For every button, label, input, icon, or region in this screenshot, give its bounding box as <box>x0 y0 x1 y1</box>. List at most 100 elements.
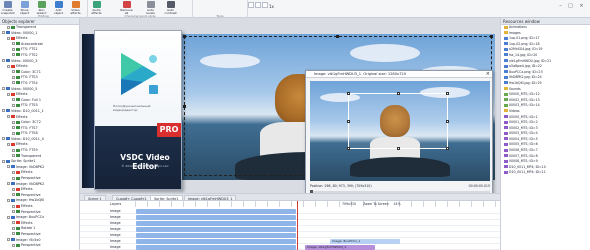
expand-toggle-icon[interactable] <box>12 98 15 102</box>
resource-item-label: a2MnSG4.jpg; ID=19 <box>509 47 543 52</box>
audio-effects-button[interactable]: Audio effects <box>90 1 103 15</box>
expand-toggle-icon[interactable] <box>12 193 15 197</box>
run-wizard-button[interactable]: Run wizard <box>35 1 48 15</box>
video-effects-button[interactable]: Video effects <box>69 1 82 15</box>
zoom-percent[interactable]: 41% <box>394 202 401 206</box>
expand-toggle-icon[interactable] <box>2 31 5 35</box>
crop-handle[interactable] <box>446 147 449 150</box>
resource-type-icon <box>504 98 508 102</box>
dialog-image-preview[interactable] <box>310 81 490 181</box>
resource-item[interactable]: D10_0011_MP4; ID=11 <box>501 170 590 176</box>
expand-toggle-icon[interactable] <box>7 182 10 186</box>
expand-toggle-icon[interactable] <box>7 36 10 40</box>
crop-handle[interactable] <box>397 147 400 150</box>
crop-handle[interactable] <box>446 120 449 123</box>
resize-handle[interactable] <box>183 35 186 38</box>
tool-flip-icon[interactable] <box>255 2 261 8</box>
expand-toggle-icon[interactable] <box>12 126 15 130</box>
timeline-playhead[interactable] <box>297 201 298 250</box>
crop-handle[interactable] <box>446 92 449 95</box>
timeline-clip[interactable] <box>136 226 296 232</box>
add-object-button[interactable]: Add object <box>52 1 65 15</box>
expand-toggle-icon[interactable] <box>7 142 10 146</box>
remove-all-button[interactable]: Remove all <box>120 1 133 15</box>
ribbon-group-tools: Tools <box>193 0 248 18</box>
expand-toggle-icon[interactable] <box>12 148 15 152</box>
expand-toggle-icon[interactable] <box>12 53 15 57</box>
vsdc-app-window: Create snapshot Show object Run wizard A… <box>0 0 590 250</box>
expand-toggle-icon[interactable] <box>12 70 15 74</box>
resize-handle[interactable] <box>183 105 186 108</box>
tree-item-label: Image: VkD8PK2 <box>16 181 45 186</box>
product-copyright: © 2011-2018 Flash-Integro LLC <box>121 164 169 168</box>
timeline-clip-labeled[interactable]: Image: 8uuPCCx_1 <box>330 238 400 244</box>
dialog-close-icon[interactable]: × <box>486 71 490 78</box>
resize-handle[interactable] <box>490 35 493 38</box>
timeline-clip[interactable] <box>136 244 296 250</box>
expand-toggle-icon[interactable] <box>12 103 15 107</box>
timeline-track[interactable]: Image Image: vIk1gFmHWDU3_1 <box>80 244 500 250</box>
expand-toggle-icon[interactable] <box>7 25 10 29</box>
maximize-icon[interactable]: □ <box>566 3 575 9</box>
expand-toggle-icon[interactable] <box>12 154 15 158</box>
expand-toggle-icon[interactable] <box>7 198 10 202</box>
expand-toggle-icon[interactable] <box>7 238 10 242</box>
tree-item-label: Video: D10_0011_4 <box>11 136 44 141</box>
tool-rotate-icon[interactable] <box>248 2 254 8</box>
timeline-clip[interactable] <box>136 232 296 238</box>
timeline-clip[interactable] <box>136 220 296 226</box>
resource-type-icon <box>504 42 508 46</box>
crop-region[interactable] <box>347 92 449 150</box>
expand-toggle-icon[interactable] <box>12 232 15 236</box>
expand-toggle-icon[interactable] <box>2 159 5 163</box>
expand-toggle-icon[interactable] <box>7 115 10 118</box>
expand-toggle-icon[interactable] <box>2 59 5 63</box>
tree-item-label: Video: 00000_5 <box>11 86 38 91</box>
expand-toggle-icon[interactable] <box>12 131 15 135</box>
resize-handle[interactable] <box>336 35 339 38</box>
expand-toggle-icon[interactable] <box>12 210 15 214</box>
expand-toggle-icon[interactable] <box>7 165 10 169</box>
minimize-icon[interactable]: – <box>556 3 565 9</box>
expand-toggle-icon[interactable] <box>12 42 15 46</box>
expand-toggle-icon[interactable] <box>12 187 15 191</box>
expand-toggle-icon[interactable] <box>12 176 15 180</box>
expand-toggle-icon[interactable] <box>12 170 15 174</box>
tree-item[interactable]: Perspective <box>0 243 79 249</box>
tool-crop-icon[interactable] <box>262 2 268 8</box>
expand-toggle-icon[interactable] <box>12 47 15 51</box>
create-snapshot-button[interactable]: Create snapshot <box>1 1 15 15</box>
expand-toggle-icon[interactable] <box>12 81 15 85</box>
timeline-clip[interactable] <box>136 214 296 220</box>
show-object-button[interactable]: Show object <box>18 1 31 15</box>
timeline-ruler[interactable] <box>135 201 500 207</box>
crop-handle[interactable] <box>347 92 350 95</box>
expand-toggle-icon[interactable] <box>2 87 5 91</box>
zoom-to-screen-button[interactable]: Zoom To Screen <box>363 202 389 206</box>
crop-handle[interactable] <box>347 147 350 150</box>
object-type-icon <box>6 159 10 163</box>
expand-toggle-icon[interactable] <box>7 92 10 96</box>
auto-contrast-button[interactable]: Auto contrast <box>164 1 177 15</box>
timeline-clip[interactable] <box>136 238 296 244</box>
expand-toggle-icon[interactable] <box>12 75 15 79</box>
expand-toggle-icon[interactable] <box>12 221 15 225</box>
close-icon[interactable]: × <box>577 3 586 9</box>
resource-type-icon <box>504 70 508 74</box>
expand-toggle-icon[interactable] <box>12 226 15 230</box>
expand-toggle-icon[interactable] <box>7 215 10 219</box>
expand-toggle-icon[interactable] <box>12 204 15 208</box>
expand-toggle-icon[interactable] <box>2 109 5 113</box>
timeline-clip[interactable] <box>136 208 296 214</box>
expand-toggle-icon[interactable] <box>12 120 15 124</box>
tree-item-label: Color: Full 1 <box>21 97 42 102</box>
expand-toggle-icon[interactable] <box>2 137 5 141</box>
crop-handle[interactable] <box>397 92 400 95</box>
crop-handle[interactable] <box>347 120 350 123</box>
resource-item-label: 8uuPCCx.png; ID=23 <box>509 69 543 74</box>
auto-levels-button[interactable]: Auto levels <box>144 1 157 15</box>
timeline-clip-labeled[interactable]: Image: vIk1gFmHWDU3_1 <box>305 244 375 250</box>
expand-toggle-icon[interactable] <box>7 64 10 68</box>
document-tabs: Scene 1 Сцрайт: Сцрайт1 Sprite: Sprite1 … <box>80 193 500 201</box>
expand-toggle-icon[interactable] <box>12 243 15 247</box>
